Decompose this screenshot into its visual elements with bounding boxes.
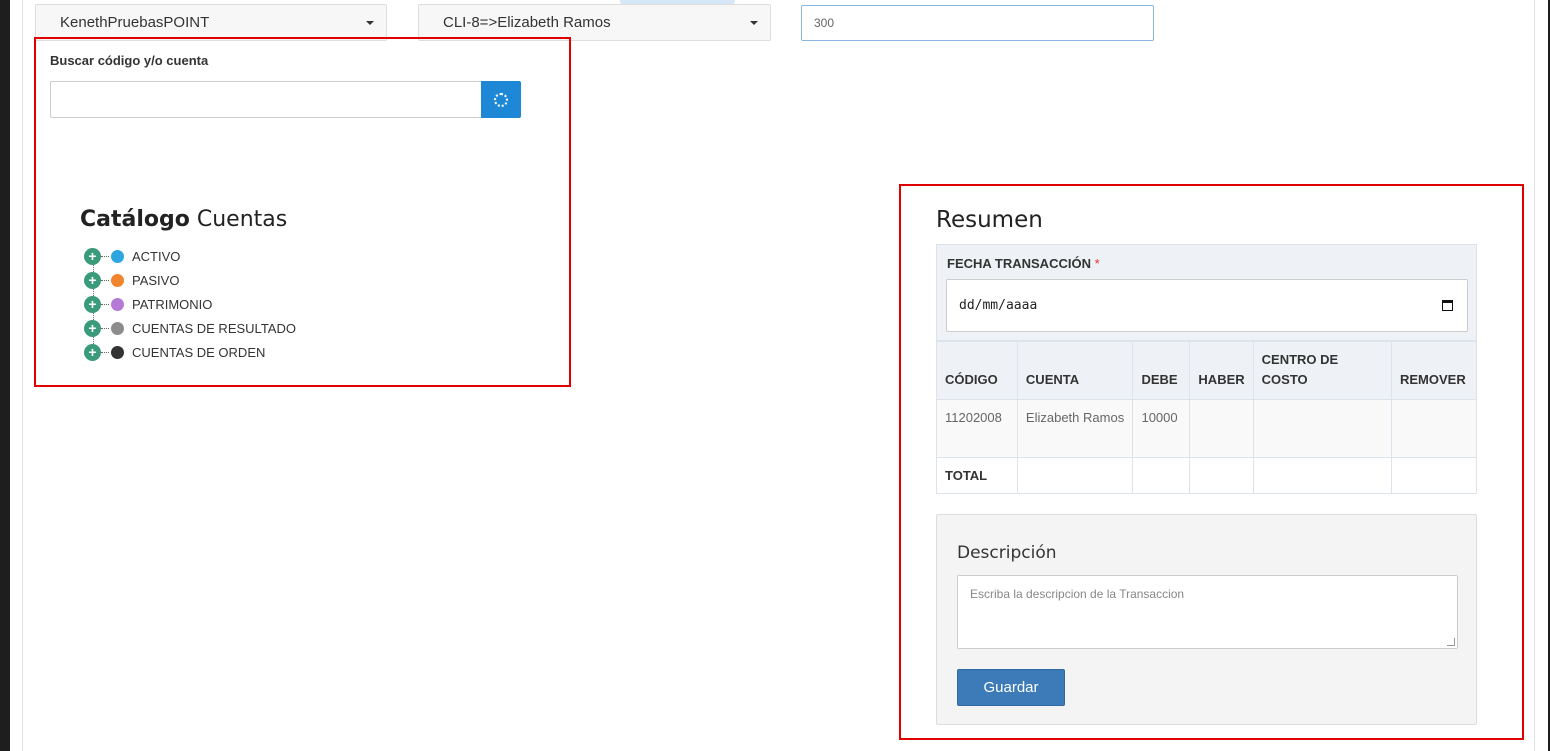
tree-node-label[interactable]: ACTIVO — [132, 249, 180, 264]
col-header-remover: REMOVER — [1390, 341, 1478, 400]
col-header-centro-costo: CENTRO DE COSTO — [1252, 341, 1392, 400]
spinner-icon — [494, 92, 508, 107]
total-cell — [1016, 457, 1134, 494]
tree-node-cuentas-orden[interactable]: + CUENTAS DE ORDEN — [84, 340, 296, 364]
calendar-icon[interactable] — [1442, 300, 1453, 311]
catalog-title-bold: Catálogo — [80, 207, 190, 232]
description-label: Descripción — [957, 543, 1057, 563]
tree-dash — [101, 255, 109, 257]
col-header-debe: DEBE — [1132, 341, 1191, 400]
date-label: FECHA TRANSACCIÓN * — [947, 256, 1100, 271]
cell-cuenta: Elizabeth Ramos — [1016, 399, 1134, 458]
node-color-dot — [111, 249, 124, 263]
col-header-haber: HABER — [1189, 341, 1254, 400]
tree-node-cuentas-resultado[interactable]: + CUENTAS DE RESULTADO — [84, 316, 296, 340]
expand-icon[interactable]: + — [84, 271, 101, 289]
table-row: 11202008 Elizabeth Ramos 10000 — [936, 399, 1478, 458]
transaction-table: CÓDIGO CUENTA DEBE HABER CENTRO DE COSTO… — [936, 341, 1478, 494]
table-header-row: CÓDIGO CUENTA DEBE HABER CENTRO DE COSTO… — [936, 341, 1478, 400]
client-select[interactable]: CLI-8=>Elizabeth Ramos — [418, 4, 771, 41]
tree-dash — [101, 303, 109, 305]
chevron-down-icon — [750, 21, 758, 25]
company-select[interactable]: KenethPruebasPOINT — [35, 4, 387, 41]
total-row: TOTAL — [936, 457, 1478, 494]
tree-node-pasivo[interactable]: + PASIVO — [84, 268, 296, 292]
date-label-text: FECHA TRANSACCIÓN — [947, 256, 1091, 271]
tree-dash — [101, 351, 109, 353]
catalog-title: Catálogo Cuentas — [80, 207, 287, 232]
expand-icon[interactable]: + — [84, 247, 101, 265]
description-placeholder: Escriba la descripcion de la Transaccion — [970, 587, 1185, 601]
cell-remover[interactable] — [1390, 399, 1478, 458]
tree-node-label[interactable]: CUENTAS DE RESULTADO — [132, 321, 296, 336]
tree-node-label[interactable]: PASIVO — [132, 273, 179, 288]
col-header-cuenta: CUENTA — [1016, 341, 1134, 400]
catalog-title-rest: Cuentas — [196, 207, 288, 232]
search-button[interactable] — [481, 81, 521, 118]
total-cell — [1252, 457, 1392, 494]
expand-icon[interactable]: + — [84, 319, 101, 337]
node-color-dot — [111, 273, 124, 287]
total-label: TOTAL — [936, 457, 1018, 494]
date-placeholder: dd/mm/aaaa — [959, 298, 1038, 313]
amount-input[interactable]: 300 — [801, 5, 1154, 41]
total-cell — [1189, 457, 1254, 494]
summary-title: Resumen — [936, 207, 1043, 233]
resize-grip-icon[interactable] — [1447, 638, 1455, 646]
client-select-value: CLI-8=>Elizabeth Ramos — [443, 14, 611, 31]
search-input[interactable] — [50, 81, 482, 118]
tree-dash — [101, 327, 109, 329]
cell-haber — [1189, 399, 1254, 458]
required-mark: * — [1094, 256, 1100, 271]
node-color-dot — [111, 297, 124, 311]
tree-dash — [101, 279, 109, 281]
tree-node-patrimonio[interactable]: + PATRIMONIO — [84, 292, 296, 316]
col-header-codigo: CÓDIGO — [936, 341, 1018, 400]
total-cell — [1390, 457, 1478, 494]
account-tree: + ACTIVO + PASIVO + PATRIMONIO + CUENTAS… — [84, 244, 296, 364]
node-color-dot — [111, 345, 124, 359]
panel-border-left — [22, 0, 23, 751]
save-button[interactable]: Guardar — [957, 669, 1065, 706]
panel-border-right — [1534, 0, 1535, 751]
description-section: Descripción Escriba la descripcion de la… — [936, 514, 1477, 725]
cell-centro-costo — [1252, 399, 1392, 458]
tree-node-label[interactable]: CUENTAS DE ORDEN — [132, 345, 265, 360]
expand-icon[interactable]: + — [84, 343, 101, 361]
tree-node-activo[interactable]: + ACTIVO — [84, 244, 296, 268]
total-cell — [1132, 457, 1191, 494]
left-edge-bar — [0, 0, 10, 751]
node-color-dot — [111, 321, 124, 335]
chevron-down-icon — [366, 21, 374, 25]
description-textarea[interactable]: Escriba la descripcion de la Transaccion — [957, 575, 1458, 649]
tree-node-label[interactable]: PATRIMONIO — [132, 297, 212, 312]
date-input[interactable]: dd/mm/aaaa — [946, 279, 1468, 332]
cell-debe: 10000 — [1132, 399, 1191, 458]
date-section: FECHA TRANSACCIÓN * dd/mm/aaaa — [936, 244, 1477, 341]
search-label: Buscar código y/o cuenta — [50, 53, 209, 68]
cell-codigo: 11202008 — [936, 399, 1018, 458]
company-select-value: KenethPruebasPOINT — [60, 14, 210, 31]
expand-icon[interactable]: + — [84, 295, 101, 313]
